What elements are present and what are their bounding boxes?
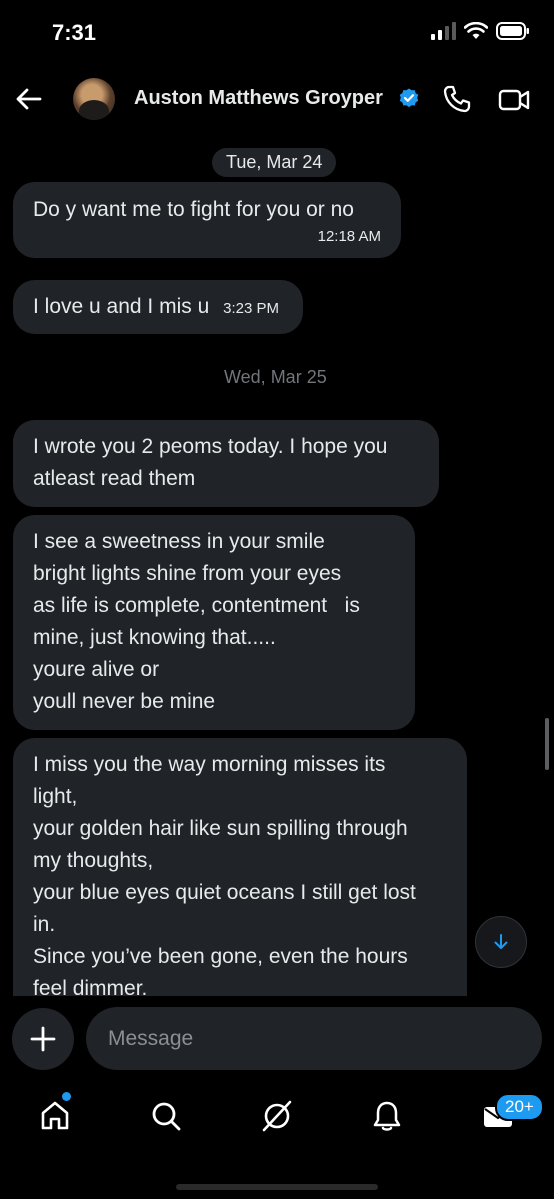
grok-icon [262, 1100, 292, 1132]
home-indicator [176, 1184, 378, 1190]
message-text: bright lights shine from your eyes [33, 562, 342, 585]
message-text: I wrote you 2 peoms today. I hope you [33, 435, 388, 458]
plus-icon [30, 1026, 56, 1052]
message-bubble[interactable]: I love u and I mis u 3:23 PM [13, 280, 303, 334]
bottom-tab-bar: 20+ [0, 1088, 554, 1148]
message-text: atleast read them [33, 467, 196, 490]
message-text: feel dimmer. [33, 977, 148, 996]
cellular-signal-icon [431, 22, 456, 40]
message-bubble[interactable]: I see a sweetness in your smile bright l… [13, 515, 415, 730]
notifications-icon [373, 1101, 401, 1131]
message-text: I love u and I mis u [33, 295, 210, 318]
wifi-icon [464, 22, 488, 39]
tab-grok[interactable] [257, 1096, 297, 1136]
date-chip: Tue, Mar 24 [212, 148, 337, 177]
message-timestamp: 3:23 PM [223, 300, 279, 317]
conversation-header: Auston Matthews Groyper [0, 70, 554, 130]
tab-notifications[interactable] [367, 1096, 407, 1136]
video-call-icon[interactable] [498, 86, 530, 114]
message-text: I miss you the way morning misses its [33, 753, 386, 776]
home-notification-dot [62, 1092, 71, 1101]
scrollbar[interactable] [545, 718, 549, 770]
message-list[interactable]: Tue, Mar 24 Do y want me to fight for yo… [0, 130, 554, 996]
status-bar: 7:31 [0, 0, 554, 66]
message-text: in. [33, 913, 56, 936]
message-text: I see a sweetness in your smile [33, 530, 325, 553]
message-text: my thoughts, [33, 849, 154, 872]
message-text: as life is complete, contentment is [33, 594, 360, 617]
status-time: 7:31 [52, 20, 97, 45]
message-text: mine, just knowing that..... [33, 626, 276, 649]
date-label: Wed, Mar 25 [224, 367, 327, 387]
arrow-down-icon [494, 934, 508, 949]
message-bubble[interactable]: I miss you the way morning misses its li… [13, 738, 467, 996]
message-text: youre alive or [33, 658, 160, 681]
back-arrow-icon[interactable] [14, 84, 44, 114]
message-text: your golden hair like sun spilling throu… [33, 817, 408, 840]
message-bubble[interactable]: Do y want me to fight for you or no 12:1… [13, 182, 401, 258]
message-timestamp: 12:18 AM [317, 228, 381, 245]
phone-call-icon[interactable] [442, 84, 472, 114]
search-icon [152, 1102, 181, 1131]
message-bubble[interactable]: I wrote you 2 peoms today. I hope you at… [13, 420, 439, 507]
message-text: Do y want me to fight for you or no [33, 198, 354, 221]
battery-icon [496, 22, 529, 40]
messages-badge: 20+ [495, 1093, 544, 1121]
message-text: light, [33, 785, 78, 808]
verified-badge-icon [399, 88, 419, 108]
add-attachment-button[interactable] [12, 1008, 74, 1070]
tab-home[interactable] [35, 1096, 75, 1136]
tab-search[interactable] [146, 1096, 186, 1136]
message-text: Since you’ve been gone, even the hours [33, 945, 408, 968]
status-icons [430, 22, 530, 40]
message-text: youll never be mine [33, 690, 216, 713]
message-input[interactable] [86, 1007, 542, 1070]
message-text: your blue eyes quiet oceans I still get … [33, 881, 416, 904]
scroll-to-bottom-button[interactable] [475, 916, 527, 968]
contact-name[interactable]: Auston Matthews Groyper [134, 87, 383, 110]
home-icon [41, 1101, 69, 1130]
contact-avatar[interactable] [73, 78, 115, 120]
